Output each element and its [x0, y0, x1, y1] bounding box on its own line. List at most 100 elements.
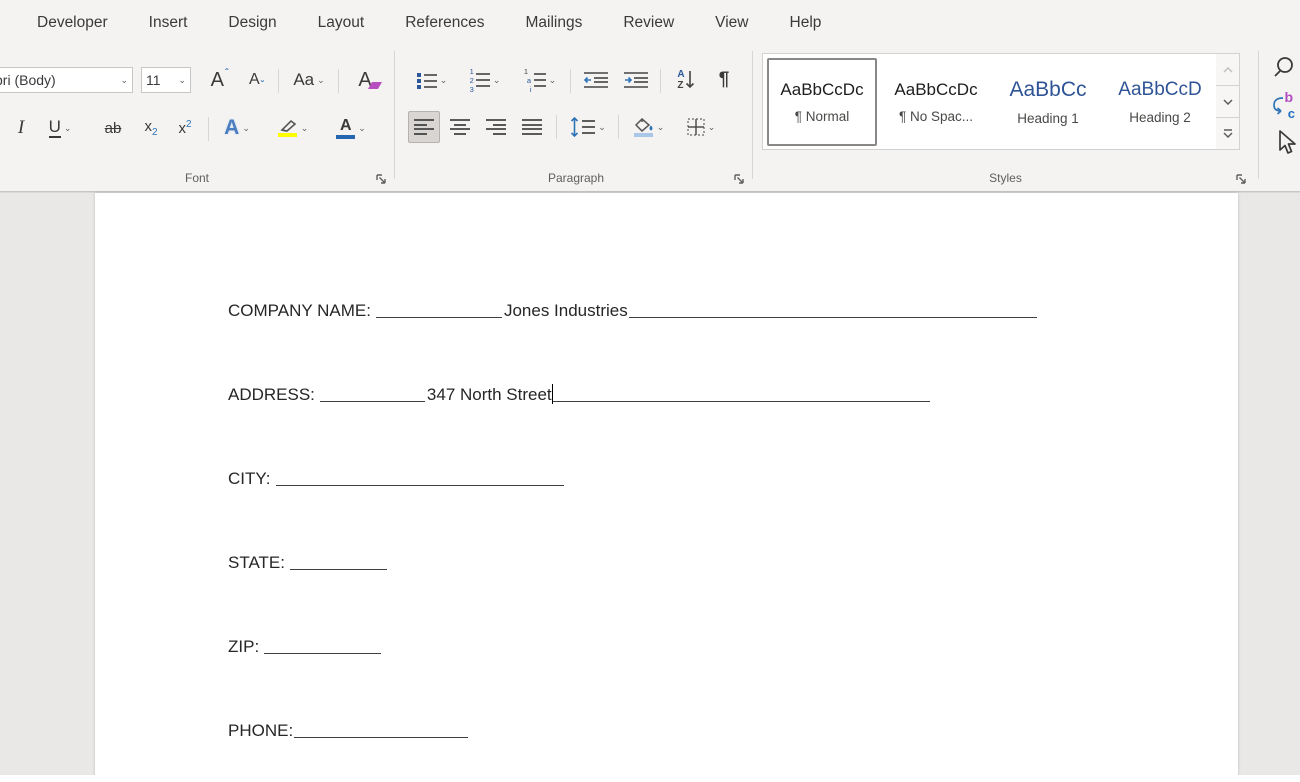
borders-button[interactable]: ⌄	[678, 111, 724, 143]
underline-button[interactable]: U ⌄	[40, 113, 80, 143]
styles-more-button[interactable]	[1216, 118, 1239, 149]
blank-line	[276, 472, 564, 486]
italic-button[interactable]: I	[8, 113, 34, 143]
ribbon: bri (Body) ⌄ 11 ⌄ Aˆ Aˇ Aa ⌄ A I U ⌄	[0, 45, 1300, 192]
tab-layout[interactable]: Layout	[318, 14, 365, 32]
tab-design[interactable]: Design	[228, 14, 276, 32]
chevron-up-icon	[1223, 67, 1233, 73]
style-sample: AaBbCc	[1009, 78, 1086, 102]
field-label: PHONE:	[228, 721, 293, 740]
grow-font-button[interactable]: Aˆ	[202, 65, 236, 95]
field-label: COMPANY NAME:	[228, 301, 371, 320]
styles-group-label: Styles	[757, 171, 1254, 185]
show-hide-pilcrow-button[interactable]: ¶	[708, 65, 740, 95]
field-value: 347 North Street	[427, 385, 552, 404]
justify-icon	[522, 119, 542, 135]
style-card-normal[interactable]: AaBbCcDc ¶ Normal	[767, 58, 877, 146]
form-field-zip[interactable]: ZIP:	[228, 634, 381, 660]
strikethrough-icon: ab	[105, 120, 122, 137]
chevron-down-icon: ⌄	[598, 122, 606, 133]
form-field-city[interactable]: CITY:	[228, 466, 564, 492]
decrease-indent-icon	[584, 72, 608, 88]
pilcrow-icon: ¶	[719, 69, 730, 91]
subscript-button[interactable]: x2	[136, 113, 166, 143]
form-field-address[interactable]: ADDRESS: 347 North Street	[228, 382, 930, 408]
center-button[interactable]	[444, 111, 476, 143]
shading-button[interactable]: ⌄	[626, 111, 672, 143]
find-button[interactable]	[1268, 51, 1300, 83]
font-name-select[interactable]: bri (Body) ⌄	[0, 67, 133, 93]
line-spacing-button[interactable]: ⌄	[564, 111, 612, 143]
align-right-button[interactable]	[480, 111, 512, 143]
select-cursor-icon	[1276, 130, 1296, 156]
numbering-button[interactable]: 123 ⌄	[462, 65, 508, 95]
replace-button[interactable]: b c	[1268, 89, 1300, 121]
field-label: ADDRESS:	[228, 385, 315, 404]
font-size-select[interactable]: 11 ⌄	[141, 67, 191, 93]
subscript-icon: x2	[144, 118, 157, 138]
font-color-icon: A	[336, 118, 355, 139]
sort-button[interactable]: A Z	[668, 65, 704, 95]
styles-scroll-up-button[interactable]	[1216, 54, 1239, 86]
document-area: COMPANY NAME:Jones Industries ADDRESS: 34…	[0, 193, 1300, 782]
chevron-down-icon: ⌄	[178, 75, 186, 86]
highlighter-icon	[278, 119, 298, 137]
font-color-button[interactable]: A ⌄	[328, 113, 374, 143]
numbering-icon: 123	[470, 67, 490, 94]
launcher-icon	[1235, 173, 1247, 185]
tab-help[interactable]: Help	[790, 14, 822, 32]
caret-up-icon: ˆ	[225, 68, 228, 79]
style-card-heading-1[interactable]: AaBbCc Heading 1	[993, 58, 1103, 146]
blank-line	[376, 304, 502, 318]
decrease-indent-button[interactable]	[578, 65, 614, 95]
paragraph-group-label: Paragraph	[400, 171, 752, 185]
form-field-state[interactable]: STATE:	[228, 550, 387, 576]
document-page[interactable]: COMPANY NAME:Jones Industries ADDRESS: 34…	[95, 193, 1238, 782]
styles-scroll-down-button[interactable]	[1216, 86, 1239, 118]
tab-references[interactable]: References	[405, 14, 484, 32]
tab-review[interactable]: Review	[623, 14, 674, 32]
grow-font-icon: A	[211, 70, 224, 90]
strikethrough-button[interactable]: ab	[96, 113, 130, 143]
superscript-icon: x2	[178, 119, 191, 137]
justify-button[interactable]	[516, 111, 548, 143]
field-label: STATE:	[228, 553, 285, 572]
change-case-button[interactable]: Aa ⌄	[286, 65, 332, 95]
bullets-button[interactable]: ⌄	[410, 65, 454, 95]
style-label: Heading 2	[1129, 110, 1191, 125]
editing-group: b c	[1260, 45, 1300, 191]
styles-dialog-launcher[interactable]	[1232, 170, 1249, 187]
text-effects-icon: A	[224, 116, 239, 140]
tab-view[interactable]: View	[715, 14, 748, 32]
font-group: bri (Body) ⌄ 11 ⌄ Aˆ Aˇ Aa ⌄ A I U ⌄	[0, 45, 394, 191]
shrink-font-button[interactable]: Aˇ	[240, 65, 272, 95]
style-sample: AaBbCcDc	[780, 80, 863, 100]
paragraph-dialog-launcher[interactable]	[730, 170, 747, 187]
form-field-company-name[interactable]: COMPANY NAME:Jones Industries	[228, 298, 1037, 324]
align-left-button[interactable]	[408, 111, 440, 143]
style-sample: AaBbCcD	[1118, 79, 1201, 101]
borders-icon	[687, 118, 705, 136]
style-card-heading-2[interactable]: AaBbCcD Heading 2	[1105, 58, 1215, 146]
styles-group: AaBbCcDc ¶ Normal AaBbCcDc ¶ No Spac... …	[757, 45, 1254, 191]
multilevel-list-button[interactable]: 1 a i ⌄	[516, 65, 564, 95]
tab-mailings[interactable]: Mailings	[525, 14, 582, 32]
align-left-icon	[414, 119, 434, 135]
superscript-button[interactable]: x2	[170, 113, 200, 143]
font-group-label: Font	[0, 171, 394, 185]
highlight-button[interactable]: ⌄	[270, 113, 316, 143]
select-button[interactable]	[1270, 127, 1300, 159]
style-card-no-spacing[interactable]: AaBbCcDc ¶ No Spac...	[881, 58, 991, 146]
launcher-icon	[375, 173, 387, 185]
search-icon	[1273, 56, 1295, 78]
form-field-phone[interactable]: PHONE:	[228, 718, 468, 744]
styles-gallery: AaBbCcDc ¶ Normal AaBbCcDc ¶ No Spac... …	[762, 53, 1217, 150]
font-dialog-launcher[interactable]	[372, 170, 389, 187]
tab-developer[interactable]: Developer	[37, 14, 108, 32]
blank-line	[290, 556, 387, 570]
chevron-down-icon: ⌄	[358, 123, 366, 134]
text-effects-button[interactable]: A ⌄	[216, 113, 258, 143]
tab-insert[interactable]: Insert	[149, 14, 188, 32]
clear-formatting-button[interactable]: A	[348, 65, 382, 95]
increase-indent-button[interactable]	[618, 65, 654, 95]
